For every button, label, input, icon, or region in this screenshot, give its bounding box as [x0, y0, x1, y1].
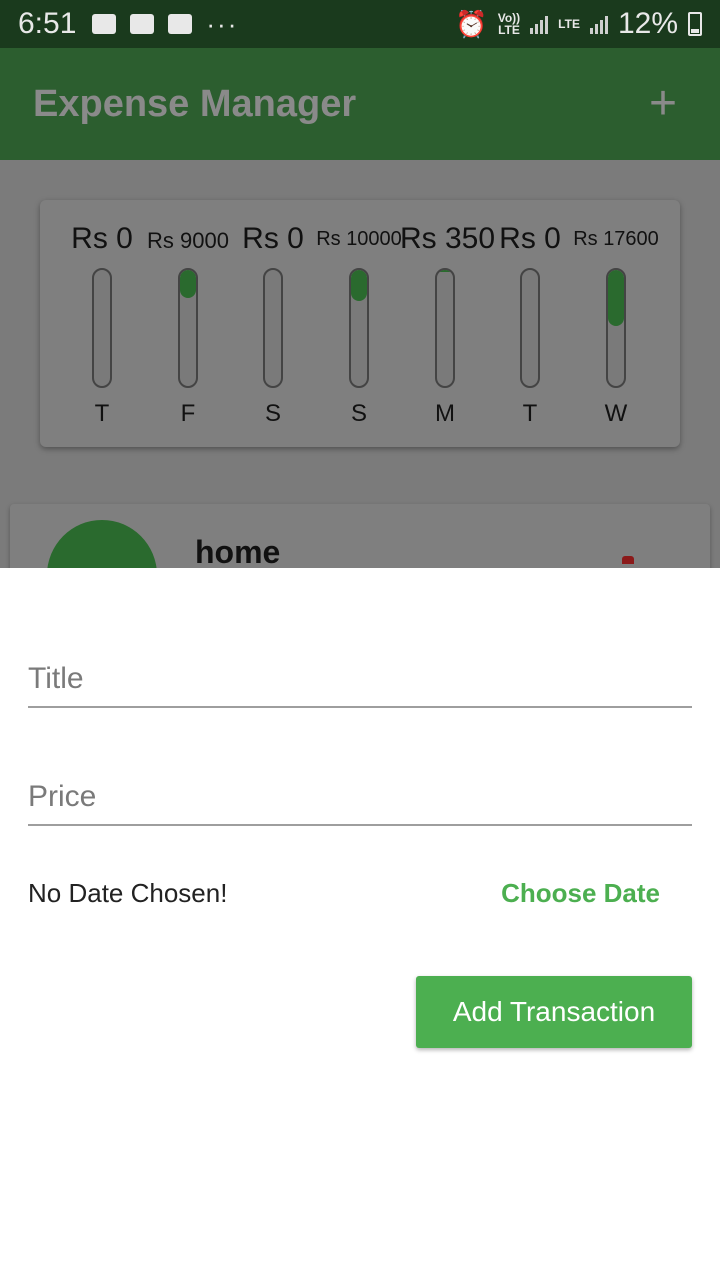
- date-row: No Date Chosen! Choose Date: [28, 874, 692, 914]
- chart-day-amount: Rs 9000: [147, 228, 229, 253]
- transaction-card: home: [10, 504, 710, 568]
- chart-bar-fill: [437, 270, 453, 272]
- gallery-icon: [92, 14, 117, 34]
- battery-percent: 12%: [617, 7, 678, 40]
- chart-day-amount: Rs 350: [400, 222, 496, 255]
- price-field: [28, 736, 692, 826]
- chart-day-label: S: [350, 400, 367, 427]
- chart-day-label: T: [522, 400, 538, 427]
- status-time: 6:51: [18, 7, 77, 40]
- chart-bar-track: [92, 268, 112, 388]
- chart-day-amount: Rs 17600: [573, 228, 659, 250]
- chart-day-column: Rs 17600 W: [571, 222, 661, 432]
- new-transaction-sheet: No Date Chosen! Choose Date Add Transact…: [8, 568, 712, 1272]
- chart-day-label: F: [180, 400, 196, 427]
- delete-icon[interactable]: [622, 556, 634, 564]
- chart-bar-fill: [608, 270, 624, 326]
- chart-day-label: S: [264, 400, 281, 427]
- date-status: No Date Chosen!: [28, 878, 228, 908]
- signal-icon: [530, 14, 549, 34]
- signal-icon-2: [589, 14, 608, 34]
- title-input[interactable]: [28, 662, 692, 696]
- chart-day-label: T: [94, 400, 110, 427]
- chart-bar-track: [178, 268, 198, 388]
- volte-icon: Vo)) LTE: [497, 11, 521, 37]
- system-icons: ⏰ Vo)) LTE LTE 12%: [455, 7, 702, 41]
- lte-icon: LTE: [558, 17, 580, 31]
- title-field: [28, 618, 692, 708]
- chart-bar-fill: [351, 270, 367, 302]
- chart-bar-track: [435, 268, 455, 388]
- chart-bar-track: [606, 268, 626, 388]
- chart-bar-track: [349, 268, 369, 388]
- price-input[interactable]: [28, 780, 692, 814]
- transaction-title: home: [195, 534, 281, 568]
- dimmed-background[interactable]: Rs 0 T Rs 9000 F Rs 0 S Rs 10000 S Rs 350 M Rs 0TR…: [0, 160, 720, 568]
- chart-day-amount: Rs 10000: [316, 228, 402, 250]
- chart-bar-fill: [180, 270, 196, 298]
- battery-icon: [688, 12, 702, 36]
- weekly-chart: Rs 0 T Rs 9000 F Rs 0 S Rs 10000 S Rs 350 M Rs 0TR…: [40, 200, 680, 447]
- chart-bar-track: [520, 268, 540, 388]
- more-notifications-icon: ···: [206, 8, 239, 39]
- chart-day-column: Rs 9000 F: [143, 222, 233, 432]
- chart-day-column: Rs 0 T: [57, 222, 147, 432]
- chart-day-amount: Rs 0: [71, 222, 133, 255]
- status-bar: 6:51 ··· ⏰ Vo)) LTE LTE 12%: [0, 0, 720, 48]
- chart-day-amount: Rs 0: [242, 222, 304, 255]
- chart-day-column: Rs 0 S: [228, 222, 318, 432]
- app-title: Expense Manager: [33, 82, 357, 125]
- add-transaction-button[interactable]: Add Transaction: [416, 976, 692, 1048]
- chart-day-column: Rs 10000 S: [314, 222, 404, 432]
- chart-day-amount: Rs 0: [499, 222, 561, 255]
- app-bar: Expense Manager +: [0, 48, 720, 160]
- chart-bar-track: [263, 268, 283, 388]
- gmail-icon: [168, 14, 193, 34]
- chart-day-column: Rs 0 T: [485, 222, 575, 432]
- alarm-icon: ⏰: [455, 8, 488, 39]
- notification-icons: ···: [92, 9, 238, 40]
- choose-date-button[interactable]: Choose Date: [501, 878, 660, 909]
- chart-day-label: M: [435, 400, 455, 427]
- add-icon[interactable]: +: [639, 80, 687, 128]
- chart-day-column: Rs 350 M: [400, 222, 496, 432]
- transaction-avatar: [47, 520, 157, 568]
- youtube-icon: [130, 14, 155, 34]
- chart-day-label: W: [604, 400, 628, 427]
